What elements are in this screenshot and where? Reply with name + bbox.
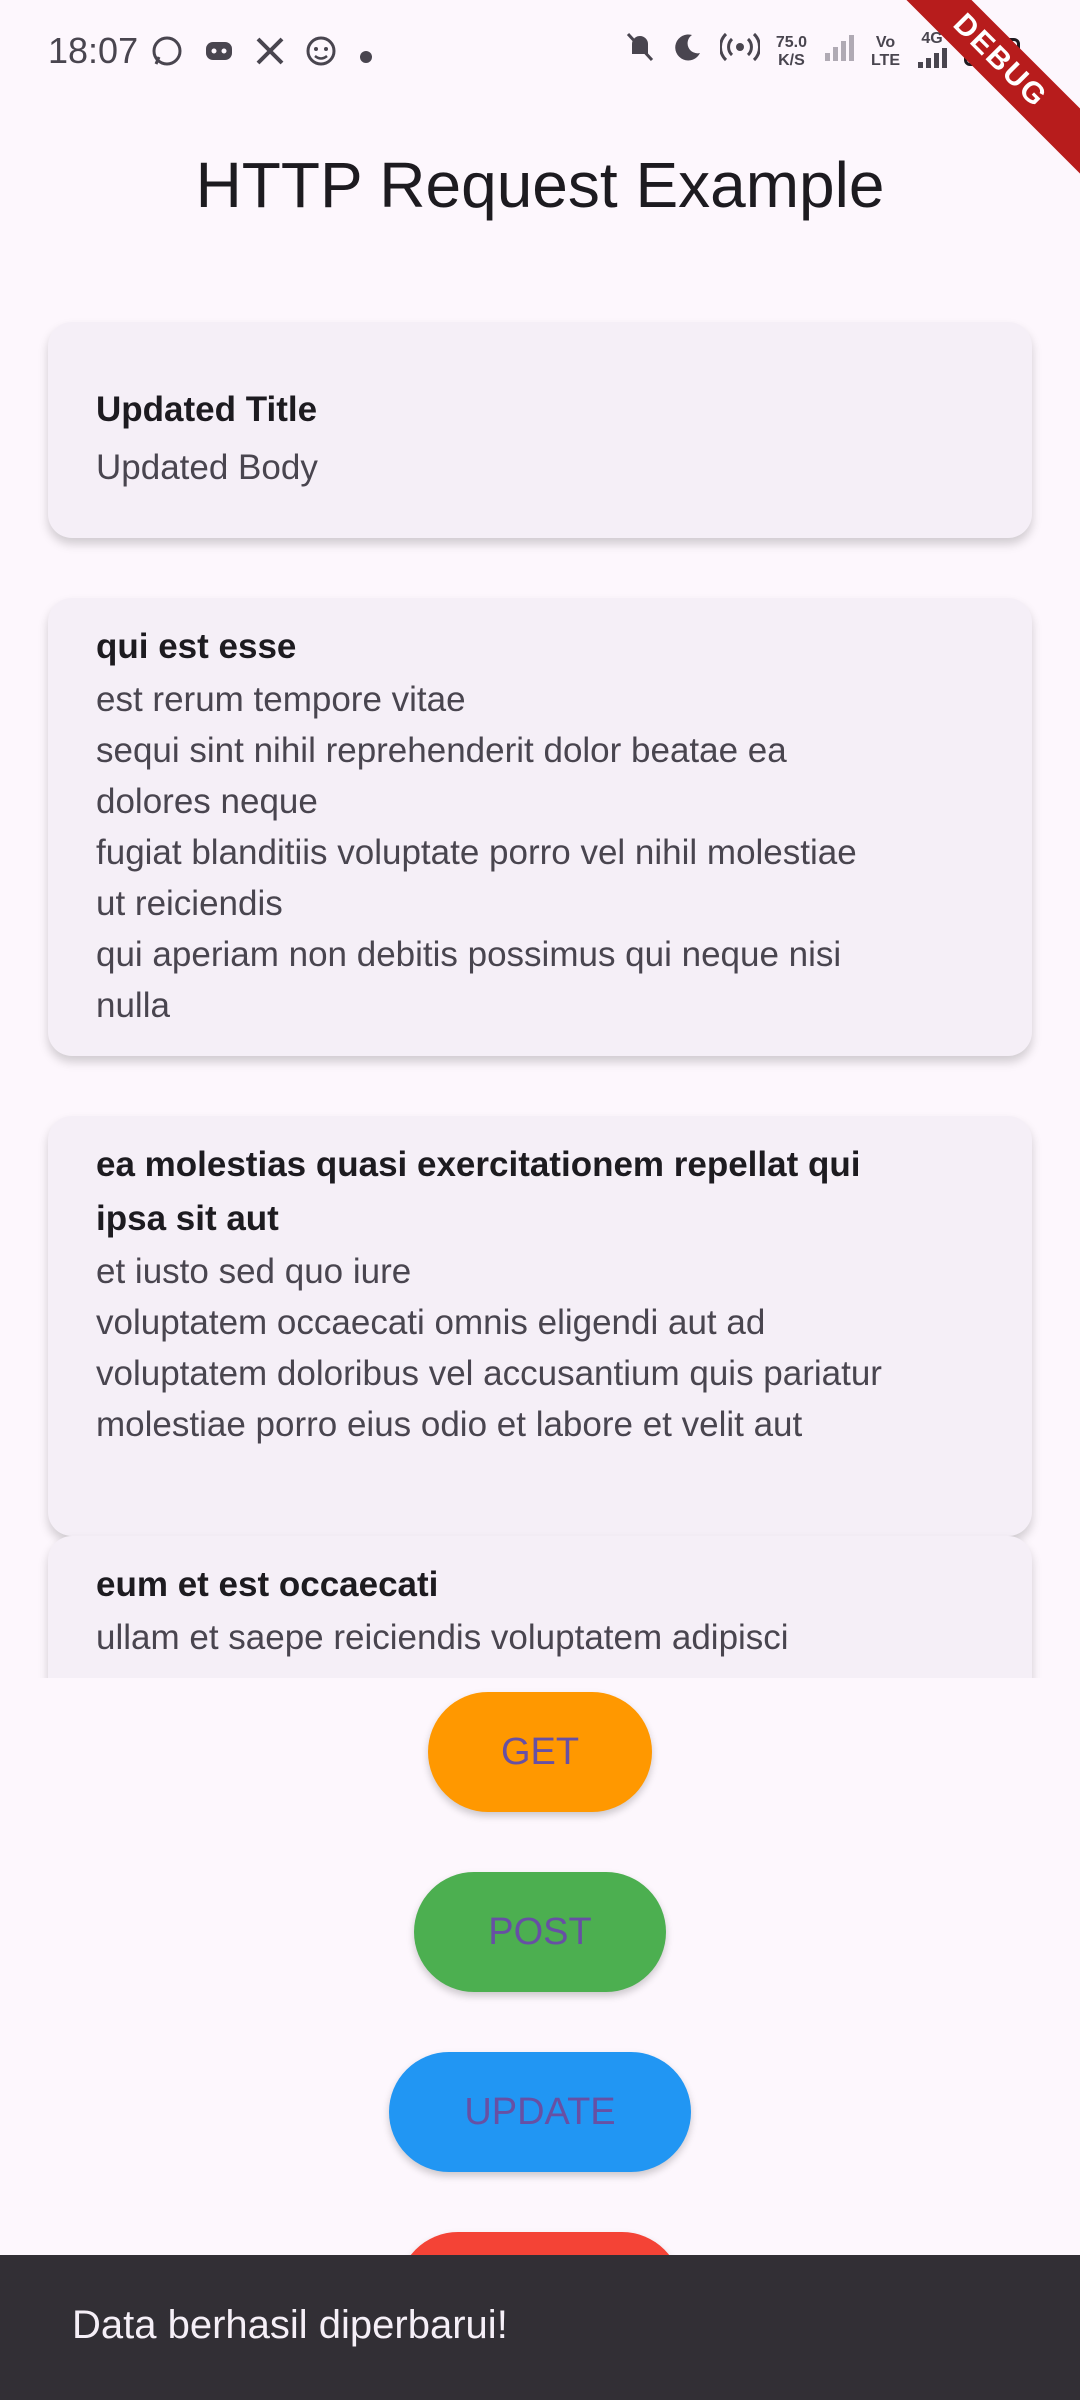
face-icon [304, 34, 338, 77]
snackbar-message: Data berhasil diperbarui! [72, 2303, 508, 2347]
update-button-label: UPDATE [464, 2091, 616, 2133]
post-body: Updated Body [96, 448, 318, 487]
post-card: ea molestias quasi exercitationem repell… [48, 1116, 1032, 1536]
post-body: est rerum tempore vitae sequi sint nihil… [96, 680, 857, 1025]
post-title: Updated Title [96, 390, 318, 429]
whatsapp-icon [150, 34, 184, 77]
update-button[interactable]: UPDATE [389, 2052, 691, 2172]
get-button[interactable]: GET [428, 1692, 652, 1812]
post-title: qui est esse [96, 627, 297, 666]
volte-indicator: Vo LTE [870, 33, 900, 69]
discord-icon [202, 34, 236, 77]
signal-icon [823, 31, 855, 72]
moon-icon [672, 31, 704, 72]
x-icon [254, 35, 286, 76]
post-button[interactable]: POST [414, 1872, 666, 1992]
post-list[interactable]: Updated Title Updated Body qui est esse … [0, 300, 1080, 1678]
post-title: ea molestias quasi exercitationem repell… [96, 1145, 861, 1238]
get-button-label: GET [500, 1731, 580, 1773]
post-title: eum et est occaecati [96, 1565, 439, 1604]
post-body: et iusto sed quo iure voluptatem occaeca… [96, 1252, 882, 1444]
page-title: HTTP Request Example [195, 149, 885, 221]
signal-icon [918, 48, 947, 68]
notification-icons [150, 34, 376, 77]
mute-icon [624, 30, 656, 73]
post-body: ullam et saepe reiciendis voluptatem adi… [96, 1618, 789, 1657]
status-time: 18:07 [48, 30, 139, 71]
post-card: qui est esse est rerum tempore vitae seq… [48, 598, 1032, 1056]
status-bar: 18:07 75.0 K/S Vo LTE 4G [0, 0, 1080, 108]
net-speed: 75.0 K/S [775, 33, 807, 69]
post-card: eum et est occaecati ullam et saepe reic… [48, 1536, 1032, 1678]
hotspot-icon [718, 30, 761, 73]
post-button-label: POST [488, 1911, 592, 1953]
snackbar: Data berhasil diperbarui! [0, 2255, 1080, 2400]
post-card: Updated Title Updated Body [48, 322, 1032, 538]
dot-icon [356, 36, 376, 76]
